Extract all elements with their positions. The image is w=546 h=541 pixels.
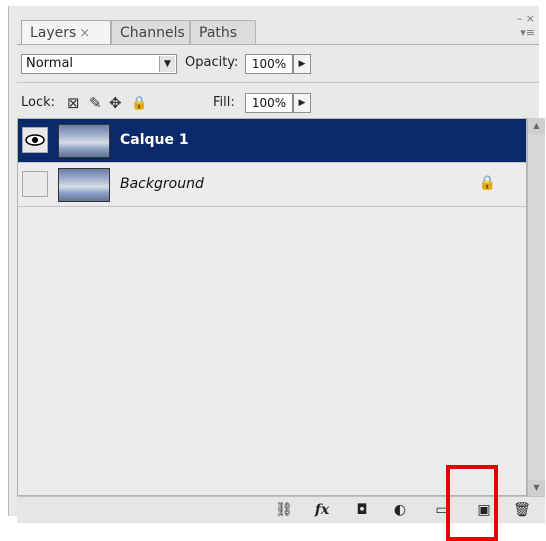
lock-icon: 🔒 (478, 175, 496, 191)
scroll-down-icon[interactable]: ▼ (528, 480, 545, 496)
lock-move-icon[interactable]: ✥ (109, 94, 122, 112)
tab-paths[interactable]: Paths (190, 20, 256, 45)
tab-layers-label: Layers (30, 25, 77, 41)
panel-window-controls[interactable]: – × (517, 12, 535, 25)
opacity-field[interactable]: 100% (245, 54, 293, 74)
lock-transparent-icon[interactable]: ⊠ (67, 94, 80, 112)
lock-label: Lock: (21, 95, 56, 110)
layer-thumbnail (58, 168, 110, 202)
fill-field[interactable]: 100% (245, 93, 293, 113)
layer-thumbnail (58, 124, 110, 158)
layer-row-background[interactable]: Background 🔒 (18, 163, 526, 207)
tab-channels[interactable]: Channels (111, 20, 190, 45)
lock-paint-icon[interactable]: ✎ (89, 94, 102, 112)
tab-channels-label: Channels (120, 25, 185, 41)
link-layers-icon[interactable]: ⛓ (273, 501, 295, 519)
close-icon[interactable]: × (79, 26, 90, 41)
visibility-toggle[interactable] (22, 127, 48, 153)
divider (17, 82, 539, 83)
tab-paths-label: Paths (199, 25, 238, 41)
layer-row-calque-1[interactable]: Calque 1 (18, 119, 526, 163)
layer-list: Calque 1 Background 🔒 (17, 118, 527, 496)
adjustment-layer-icon[interactable]: ◐ (389, 501, 411, 519)
trash-icon[interactable]: 🗑 (511, 501, 533, 519)
layer-name[interactable]: Background (120, 176, 204, 192)
fill-arrow-icon[interactable]: ▶ (293, 93, 311, 113)
opacity-arrow-icon[interactable]: ▶ (293, 54, 311, 74)
tab-divider (17, 44, 539, 45)
fx-icon[interactable]: fx (309, 501, 335, 519)
scrollbar[interactable]: ▲ ▼ (527, 118, 545, 496)
highlight-box (446, 465, 498, 541)
layer-mask-icon[interactable]: ◘ (351, 501, 373, 519)
visibility-toggle[interactable] (22, 171, 48, 197)
layers-panel: – × ▾≡ Layers × Channels Paths Normal ▼ O… (8, 6, 545, 523)
lock-all-icon[interactable]: 🔒 (131, 96, 147, 111)
tab-layers[interactable]: Layers × (21, 20, 111, 45)
blend-mode-select[interactable]: Normal ▼ (21, 54, 177, 74)
scroll-up-icon[interactable]: ▲ (528, 118, 545, 134)
panel-menu-icon[interactable]: ▾≡ (520, 26, 535, 39)
blend-mode-value: Normal (26, 56, 74, 71)
opacity-label: Opacity: (185, 55, 239, 70)
layer-name[interactable]: Calque 1 (120, 132, 189, 148)
chevron-down-icon[interactable]: ▼ (159, 56, 175, 72)
eye-icon (25, 134, 45, 146)
fill-label: Fill: (213, 95, 235, 110)
